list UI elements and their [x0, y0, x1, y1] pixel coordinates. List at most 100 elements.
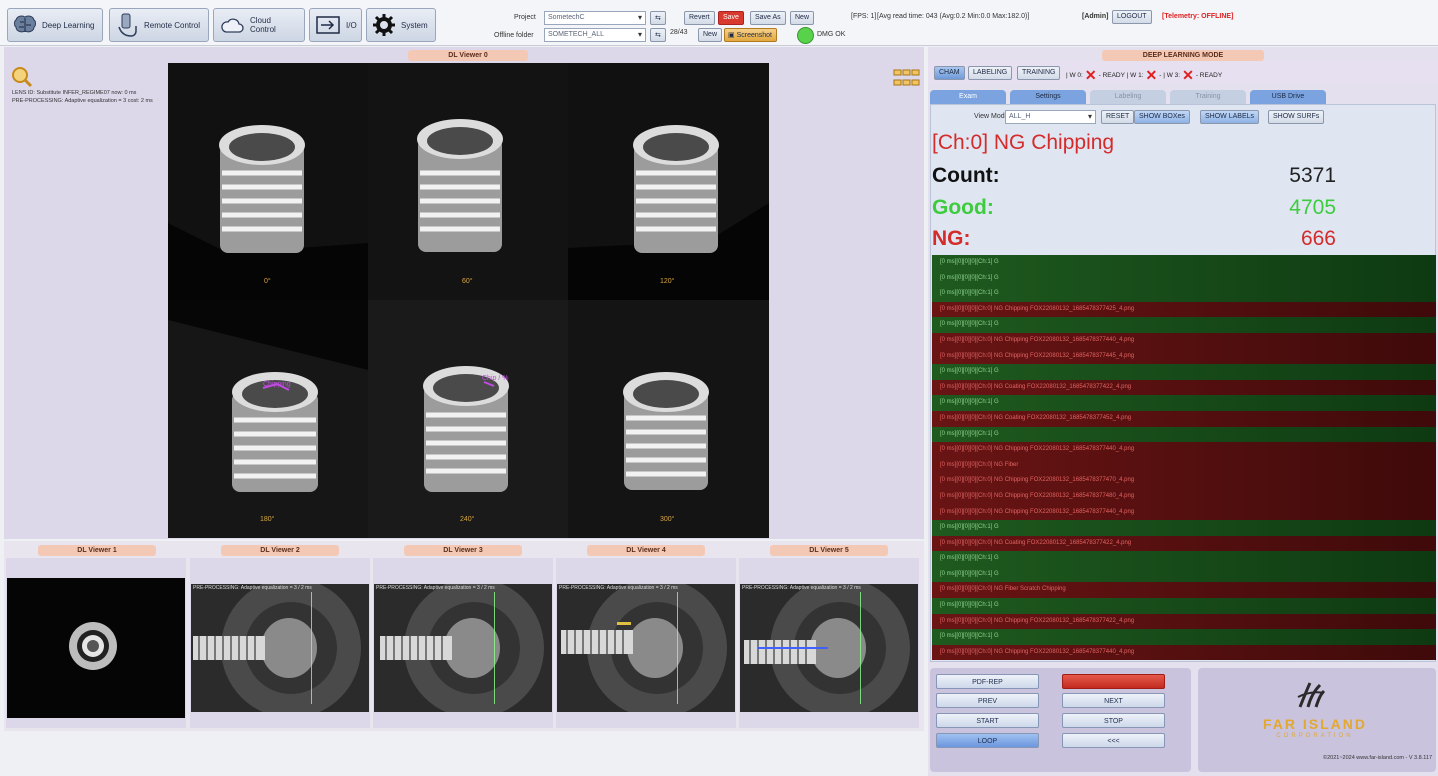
sub-viewer-1-image[interactable]: [7, 578, 185, 718]
sub-viewer-5-image[interactable]: PRE-PROCESSING: Adaptive equalization = …: [740, 584, 918, 712]
log-row[interactable]: [0 ms][0][0][0][Ch:0] NG Coating FOX2208…: [932, 410, 1436, 427]
implant-side-view-2: [191, 584, 369, 712]
system-label: System: [401, 20, 428, 30]
log-row[interactable]: [0 ms][0][0][0][Ch:1] G: [932, 286, 1436, 302]
sub-viewer-2-info: PRE-PROCESSING: Adaptive equalization = …: [193, 585, 312, 591]
project-refresh-button[interactable]: ⇆: [650, 11, 666, 25]
log-row[interactable]: [0 ms][0][0][0][Ch:1] G: [932, 520, 1436, 536]
log-row[interactable]: [0 ms][0][0][0][Ch:0] NG Fiber: [932, 457, 1436, 474]
log-row[interactable]: [0 ms][0][0][0][Ch:1] G: [932, 629, 1436, 645]
tab-training[interactable]: TRAINING: [1017, 66, 1061, 80]
sub-viewer-3-image[interactable]: PRE-PROCESSING: Adaptive equalization = …: [374, 584, 552, 712]
implant-image-4: Chip / %: [423, 366, 509, 492]
log-row[interactable]: [0 ms][0][0][0][Ch:0] NG Chipping FOX220…: [932, 348, 1436, 365]
more-button[interactable]: <<<: [1062, 733, 1165, 748]
log-row[interactable]: [0 ms][0][0][0][Ch:1] G: [932, 566, 1436, 583]
log-row[interactable]: [0 ms][0][0][0][Ch:0] NG Coating FOX2208…: [932, 379, 1436, 396]
worker-1-label: - READY | W 1:: [1098, 72, 1144, 79]
project-value: SometechC: [548, 14, 585, 21]
tab-labeling[interactable]: LABELING: [968, 66, 1013, 80]
screenshot-button[interactable]: ▣ Screenshot: [724, 28, 777, 42]
show-surfs-button[interactable]: SHOW SURFs: [1268, 110, 1325, 124]
cloud-control-button[interactable]: Cloud Control: [213, 8, 305, 42]
pdf-report-button[interactable]: PDF-REP: [936, 674, 1039, 689]
implant-image-3: Chipping: [168, 300, 368, 492]
loop-button[interactable]: LOOP: [936, 733, 1039, 748]
log-row[interactable]: [0 ms][0][0][0][Ch:0] NG Chipping FOX220…: [932, 613, 1436, 630]
log-row[interactable]: [0 ms][0][0][0][Ch:1] G: [932, 364, 1436, 380]
log-row[interactable]: [0 ms][0][0][0][Ch:1] G: [932, 255, 1436, 271]
implant-side-view-5: [740, 584, 918, 712]
view-tile-1: [368, 63, 568, 300]
sub-viewer-2-image[interactable]: PRE-PROCESSING: Adaptive equalization = …: [191, 584, 369, 712]
stop-button[interactable]: STOP: [1062, 713, 1165, 728]
log-row[interactable]: [0 ms][0][0][0][Ch:0] NG Chipping FOX220…: [932, 488, 1436, 505]
subtab-settings[interactable]: Settings: [1010, 90, 1086, 104]
log-row[interactable]: [0 ms][0][0][0][Ch:0] NG Fiber Scratch C…: [932, 582, 1436, 599]
count-label: Count:: [932, 164, 1000, 187]
main-viewer-title: DL Viewer 0: [408, 50, 528, 61]
new-folder-button[interactable]: New: [698, 28, 723, 42]
revert-button[interactable]: Revert: [684, 11, 715, 25]
log-row[interactable]: [0 ms][0][0][0][Ch:0] NG Chipping FOX220…: [932, 473, 1436, 489]
log-row[interactable]: [0 ms][0][0][0][Ch:1] G: [932, 317, 1436, 333]
avg-read-time: [Avg read time: 043 (Avg:0.2 Min:0.0 Max…: [877, 13, 1030, 20]
angle-label-1: 60°: [462, 278, 473, 285]
grid-layout-icon[interactable]: [893, 68, 921, 98]
system-button[interactable]: System: [366, 8, 436, 42]
next-button[interactable]: NEXT: [1062, 693, 1165, 708]
subtab-training[interactable]: Training: [1170, 90, 1246, 104]
view-mode-select[interactable]: ALL_H: [1005, 110, 1096, 124]
log-row[interactable]: [0 ms][0][0][0][Ch:0] NG Chipping FOX220…: [932, 644, 1436, 660]
log-row[interactable]: [0 ms][0][0][0][Ch:1] G: [932, 598, 1436, 614]
io-button[interactable]: I/O: [309, 8, 362, 42]
delete-button[interactable]: [1062, 674, 1165, 689]
camera-icon: ▣: [728, 32, 737, 39]
subtab-labeling[interactable]: Labeling: [1090, 90, 1166, 104]
log-row[interactable]: [0 ms][0][0][0][Ch:1] G: [932, 551, 1436, 567]
log-row[interactable]: [0 ms][0][0][0][Ch:1] G: [932, 395, 1436, 411]
show-labels-button[interactable]: SHOW LABELs: [1200, 110, 1260, 124]
show-boxes-button[interactable]: SHOW BOXes: [1134, 110, 1190, 124]
log-row[interactable]: [0 ms][0][0][0][Ch:0] NG Chipping FOX220…: [932, 504, 1436, 521]
save-as-button[interactable]: Save As: [750, 11, 786, 25]
subtab-exam[interactable]: Exam: [930, 90, 1006, 104]
logout-button[interactable]: LOGOUT: [1112, 10, 1152, 24]
remote-control-button[interactable]: Remote Control: [109, 8, 209, 42]
start-button[interactable]: START: [936, 713, 1039, 728]
log-row[interactable]: [0 ms][0][0][0][Ch:0] NG Chipping FOX220…: [932, 301, 1436, 318]
zoom-icon[interactable]: [11, 66, 33, 90]
log-row[interactable]: [0 ms][0][0][0][Ch:0] NG Chipping FOX220…: [932, 442, 1436, 458]
worker-3-x-icon: ✕: [1182, 67, 1194, 83]
log-row[interactable]: [0 ms][0][0][0][Ch:0] NG Coating FOX2208…: [932, 535, 1436, 552]
deep-learning-button[interactable]: Deep Learning: [7, 8, 103, 42]
subtab-usb-drive[interactable]: USB Drive: [1250, 90, 1326, 104]
dmg-status-label: DMG OK: [817, 31, 846, 38]
worker-status: | W 0: ✕ - READY | W 1: ✕ - | W 3: ✕ - R…: [1066, 67, 1222, 84]
top-toolbar: Deep Learning Remote Control Cloud Contr…: [0, 0, 1438, 46]
sub-viewer-3-title: DL Viewer 3: [404, 545, 522, 556]
angle-label-5: 300°: [660, 516, 675, 523]
log-row[interactable]: [0 ms][0][0][0][Ch:1] G: [932, 270, 1436, 287]
log-row[interactable]: [0 ms][0][0][0][Ch:0] NG Chipping FOX220…: [932, 332, 1436, 349]
tab-cham[interactable]: CHAM: [934, 66, 965, 80]
prev-button[interactable]: PREV: [936, 693, 1039, 708]
main-viewer-image[interactable]: Chipping Chip / % 0° 60° 120° 180° 240° …: [168, 63, 769, 538]
cloud-control-label: Cloud Control: [250, 16, 276, 34]
log-row[interactable]: [0 ms][0][0][0][Ch:1] G: [932, 426, 1436, 443]
view-tile-5: [568, 300, 769, 538]
brand-sub: CORPORATION: [1276, 733, 1354, 739]
worker-0-label: | W 0:: [1066, 72, 1083, 79]
view-tile-2: [568, 63, 769, 300]
offline-folder-select[interactable]: SOMETECH_ALL: [544, 28, 646, 42]
sub-viewer-4-image[interactable]: PRE-PROCESSING: Adaptive equalization = …: [557, 584, 735, 712]
brain-icon: [14, 15, 36, 33]
folder-refresh-button[interactable]: ⇆: [650, 28, 666, 42]
project-select[interactable]: SometechC: [544, 11, 646, 25]
save-button[interactable]: Save: [718, 11, 744, 25]
result-log[interactable]: [0 ms][0][0][0][Ch:1] G [0 ms][0][0][0][C…: [932, 255, 1436, 660]
new-project-button[interactable]: New: [790, 11, 815, 25]
cloud-icon: [221, 18, 244, 33]
reset-button[interactable]: RESET: [1101, 110, 1135, 124]
ng-value: 666: [1300, 227, 1336, 250]
